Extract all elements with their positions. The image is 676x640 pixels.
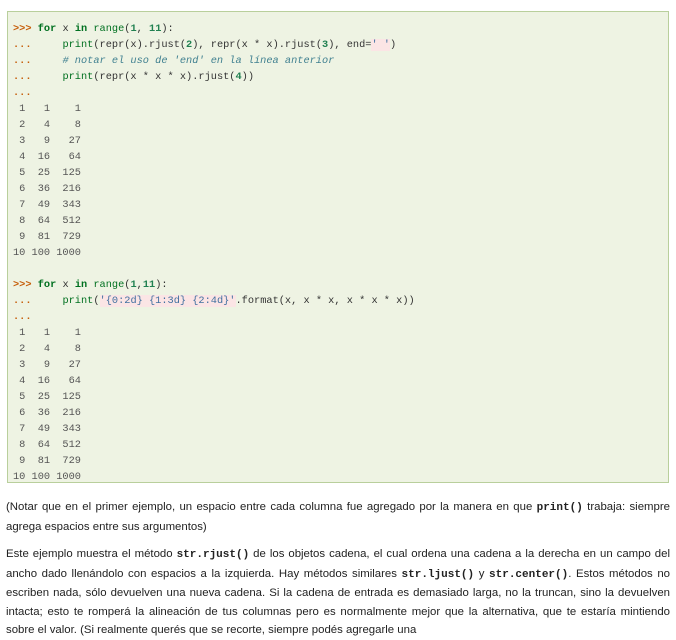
output-line: 9 81 729 [13,231,81,243]
output-line: 7 49 343 [13,199,81,211]
code-line: ... [13,85,415,101]
prompt: ... [13,311,32,323]
code-line: ... print(repr(x).rjust(2), repr(x * x).… [13,37,415,53]
code-text: .format(x, x * x, x * x * x)) [235,295,415,307]
inline-code-center: str.center() [489,568,569,581]
code-text: x [56,279,75,291]
keyword-for: for [37,279,57,291]
prompt: ... [13,39,32,51]
note-paragraph: (Notar que en el primer ejemplo, un espa… [6,498,670,536]
prompt: ... [13,87,32,99]
output-line: 5 25 125 [13,391,81,403]
output-line: 10 100 1000 [13,247,81,259]
number: 11 [149,23,162,35]
string-literal: ' ' [371,39,390,51]
keyword-in: in [74,23,88,35]
string-literal: '{0:2d} {1:3d} {2:4d}' [99,295,236,307]
inline-code-rjust: str.rjust() [176,549,250,561]
output-line: 4 16 64 [13,375,81,387]
paragraph-text: (Notar que en el primer ejemplo, un espa… [6,501,537,513]
code-text: (repr(x).rjust( [93,39,187,51]
output-line: 9 81 729 [13,455,81,467]
builtin-print: print [62,39,94,51]
prompt: ... [13,71,32,83]
code-text: ): [161,23,174,35]
output-line: 1 1 1 [13,327,81,339]
output-line: 2 4 8 [13,119,81,131]
prompt: ... [13,295,32,307]
code-line: ... print('{0:2d} {1:3d} {2:4d}'.format(… [13,293,415,309]
output-line: 8 64 512 [13,439,81,451]
code-text: ) [390,39,397,51]
keyword-in: in [74,279,88,291]
code-line: ... print(repr(x * x * x).rjust(4)) [13,69,415,85]
output-line: 3 9 27 [13,359,81,371]
code-example-block: >>> for x in range(1, 11): ... print(rep… [7,11,669,483]
prompt: ... [13,55,32,67]
code-text: ( [93,295,100,307]
inline-code-ljust: str.ljust() [401,568,475,581]
builtin-range: range [93,23,125,35]
builtin-print: print [62,71,94,83]
builtin-print: print [62,295,94,307]
output-line: 4 16 64 [13,151,81,163]
paragraph-text: Este ejemplo muestra el método [6,548,177,560]
output-line: 3 9 27 [13,135,81,147]
code-comment: # notar el uso de 'end' en la línea ante… [62,55,335,67]
output-line: 7 49 343 [13,423,81,435]
code-text: ), end= [328,39,372,51]
builtin-range: range [93,279,125,291]
output-line: 6 36 216 [13,407,81,419]
code-text: (repr(x * x * x).rjust( [93,71,236,83]
code-text: , [136,23,150,35]
code-text: )) [241,71,255,83]
inline-code-print: print() [536,502,583,514]
code-line: ... [13,309,415,325]
prompt: >>> [13,23,32,35]
code-line: >>> for x in range(1, 11): [13,21,415,37]
output-line: 8 64 512 [13,215,81,227]
output-line: 10 100 1000 [13,471,81,483]
code-line: >>> for x in range(1,11): [13,277,415,293]
number: 11 [142,279,156,291]
explanation-paragraph: Este ejemplo muestra el método str.rjust… [6,545,670,640]
keyword-for: for [37,23,57,35]
output-line: 6 36 216 [13,183,81,195]
code-text: ), repr(x * x).rjust( [192,39,322,51]
code-line: ... # notar el uso de 'end' en la línea … [13,53,415,69]
paragraph-text: y [474,567,490,580]
output-line: 5 25 125 [13,167,81,179]
output-line: 1 1 1 [13,103,81,115]
code-lines: >>> for x in range(1, 11): ... print(rep… [13,21,415,485]
code-text: x [56,23,75,35]
output-line: 2 4 8 [13,343,81,355]
prompt: >>> [13,279,32,291]
code-text: ): [155,279,168,291]
